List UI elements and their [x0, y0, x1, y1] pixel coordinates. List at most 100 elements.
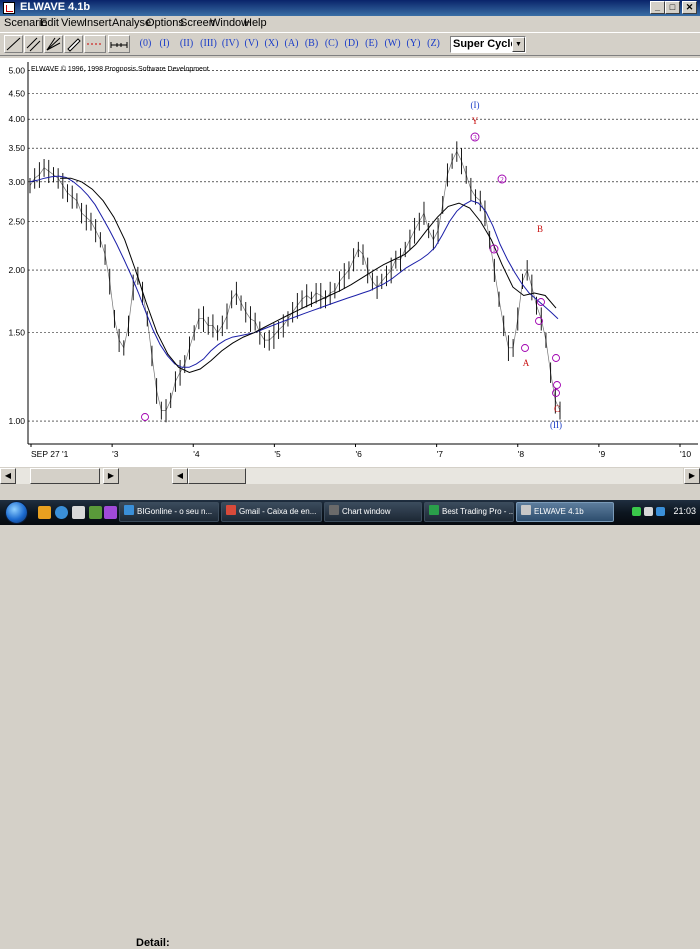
- elwave-icon: [521, 505, 531, 515]
- task-gmail[interactable]: Gmail - Caixa de en...: [221, 502, 322, 522]
- slow-moving-average-line: [29, 175, 559, 368]
- x-tick-label: '5: [274, 449, 281, 459]
- wave-label: B: [537, 224, 543, 234]
- detail-right-icon[interactable]: ▶: [684, 468, 700, 484]
- wave-button-w[interactable]: (W): [382, 35, 403, 53]
- quicklaunch-browser-icon[interactable]: [55, 506, 68, 519]
- tray-app-icon[interactable]: [656, 507, 665, 516]
- detail-label: Detail:: [136, 937, 170, 949]
- minimize-icon[interactable]: _: [650, 1, 665, 14]
- draw-measure-icon[interactable]: [108, 35, 130, 53]
- menu-view[interactable]: View: [61, 17, 85, 29]
- draw-dashed-line-icon[interactable]: [84, 35, 106, 53]
- window-icon: [329, 505, 339, 515]
- x-tick-label: '8: [518, 449, 525, 459]
- wave-label: Y: [472, 116, 479, 126]
- wave-button-0[interactable]: (0): [137, 35, 154, 53]
- wave-button-a[interactable]: (A): [282, 35, 301, 53]
- wave-button-x[interactable]: (X): [262, 35, 281, 53]
- quicklaunch-media-icon[interactable]: [72, 506, 85, 519]
- mail-icon: [226, 505, 236, 515]
- taskbar: BIGonline - o seu n... Gmail - Caixa de …: [0, 500, 700, 525]
- scroll-right-icon[interactable]: ▶: [103, 468, 119, 484]
- draw-line-icon[interactable]: [4, 35, 23, 53]
- wave-label: 1: [492, 246, 496, 254]
- price-line: [29, 150, 561, 411]
- x-tick-label: '9: [599, 449, 606, 459]
- scroll-thumb[interactable]: [30, 468, 100, 484]
- task-chart-window[interactable]: Chart window: [324, 502, 422, 522]
- clock: 21:03: [673, 506, 696, 516]
- y-tick-label: 4.00: [8, 114, 25, 124]
- task-bigonline[interactable]: BIGonline - o seu n...: [119, 502, 219, 522]
- quicklaunch-tool-icon[interactable]: [104, 506, 117, 519]
- wave-button-ii[interactable]: (II): [176, 35, 197, 53]
- window-title: ELWAVE 4.1b: [20, 1, 91, 13]
- y-tick-label: 1.50: [8, 328, 25, 338]
- draw-pen-icon[interactable]: [64, 35, 83, 53]
- degree-select-value: Super Cycle: [453, 38, 517, 50]
- detail-left-icon[interactable]: ◀: [172, 468, 188, 484]
- wave-button-iv[interactable]: (IV): [220, 35, 241, 53]
- x-tick-label: '3: [112, 449, 119, 459]
- wave-button-y[interactable]: (Y): [404, 35, 423, 53]
- x-tick-label: '6: [356, 449, 363, 459]
- price-chart[interactable]: ELWAVE © 1996, 1998 Prognosis Software D…: [0, 58, 700, 467]
- y-tick-label: 4.50: [8, 88, 25, 98]
- task-best-trading-pro[interactable]: Best Trading Pro - ...: [424, 502, 514, 522]
- chevron-down-icon[interactable]: ▼: [512, 37, 525, 52]
- subwave-marker: [141, 413, 149, 421]
- detail-thumb[interactable]: [188, 468, 246, 484]
- wave-button-c[interactable]: (C): [322, 35, 341, 53]
- elwave-app-icon[interactable]: [3, 2, 15, 14]
- volume-icon[interactable]: [644, 507, 653, 516]
- quicklaunch-app-icon[interactable]: [89, 506, 102, 519]
- toolbar: (0) (I) (II) (III) (IV) (V) (X) (A) (B) …: [0, 32, 700, 56]
- menu-options[interactable]: Options: [146, 17, 184, 29]
- y-tick-label: 1.00: [8, 416, 25, 426]
- wave-button-i[interactable]: (I): [156, 35, 173, 53]
- degree-select[interactable]: Super Cycle ▼: [450, 36, 526, 53]
- status-strip: [0, 485, 700, 500]
- chart-window[interactable]: ELWAVE © 1996, 1998 Prognosis Software D…: [0, 58, 700, 467]
- task-elwave[interactable]: ELWAVE 4.1b: [516, 502, 614, 522]
- close-icon[interactable]: ✕: [682, 1, 697, 14]
- maximize-icon[interactable]: □: [665, 1, 680, 14]
- x-tick-label: '7: [437, 449, 444, 459]
- start-orb-icon[interactable]: [5, 501, 28, 524]
- draw-parallel-lines-icon[interactable]: [24, 35, 43, 53]
- subwave-marker: [553, 381, 561, 389]
- y-tick-label: 3.50: [8, 143, 25, 153]
- chart-copyright: ELWAVE © 1996, 1998 Prognosis Software D…: [31, 65, 209, 73]
- wave-label: 3: [473, 134, 477, 142]
- menu-bar: Scenario Edit View Insert Analyse Option…: [0, 16, 700, 30]
- horizontal-scrollbar: ◀ ▶ Detail: ◀ ▶: [0, 467, 700, 949]
- wave-button-e[interactable]: (E): [362, 35, 381, 53]
- menu-edit[interactable]: Edit: [40, 17, 59, 29]
- browser-icon: [124, 505, 134, 515]
- wave-button-v[interactable]: (V): [242, 35, 261, 53]
- y-tick-label: 2.00: [8, 265, 25, 275]
- wave-label: (II): [550, 420, 562, 430]
- wave-button-d[interactable]: (D): [342, 35, 361, 53]
- detail-track[interactable]: [188, 468, 683, 484]
- wave-button-z[interactable]: (Z): [424, 35, 443, 53]
- draw-fan-icon[interactable]: [44, 35, 63, 53]
- y-tick-label: 5.00: [8, 66, 25, 76]
- menu-help[interactable]: Help: [244, 17, 267, 29]
- wave-button-iii[interactable]: (III): [198, 35, 219, 53]
- quicklaunch-folder-icon[interactable]: [38, 506, 51, 519]
- x-tick-label: SEP 27 '1: [31, 449, 69, 459]
- wave-label: (I): [471, 100, 480, 110]
- menu-insert[interactable]: Insert: [84, 17, 112, 29]
- network-icon[interactable]: [632, 507, 641, 516]
- wave-button-b[interactable]: (B): [302, 35, 321, 53]
- subwave-marker: [552, 354, 560, 362]
- wave-label: C: [554, 404, 560, 414]
- title-bar: ELWAVE 4.1b _ □ ✕: [0, 0, 700, 16]
- x-tick-label: '10: [680, 449, 691, 459]
- subwave-marker: [552, 389, 560, 397]
- scroll-left-icon[interactable]: ◀: [0, 468, 16, 484]
- y-tick-label: 3.00: [8, 177, 25, 187]
- wave-label: A: [523, 358, 530, 368]
